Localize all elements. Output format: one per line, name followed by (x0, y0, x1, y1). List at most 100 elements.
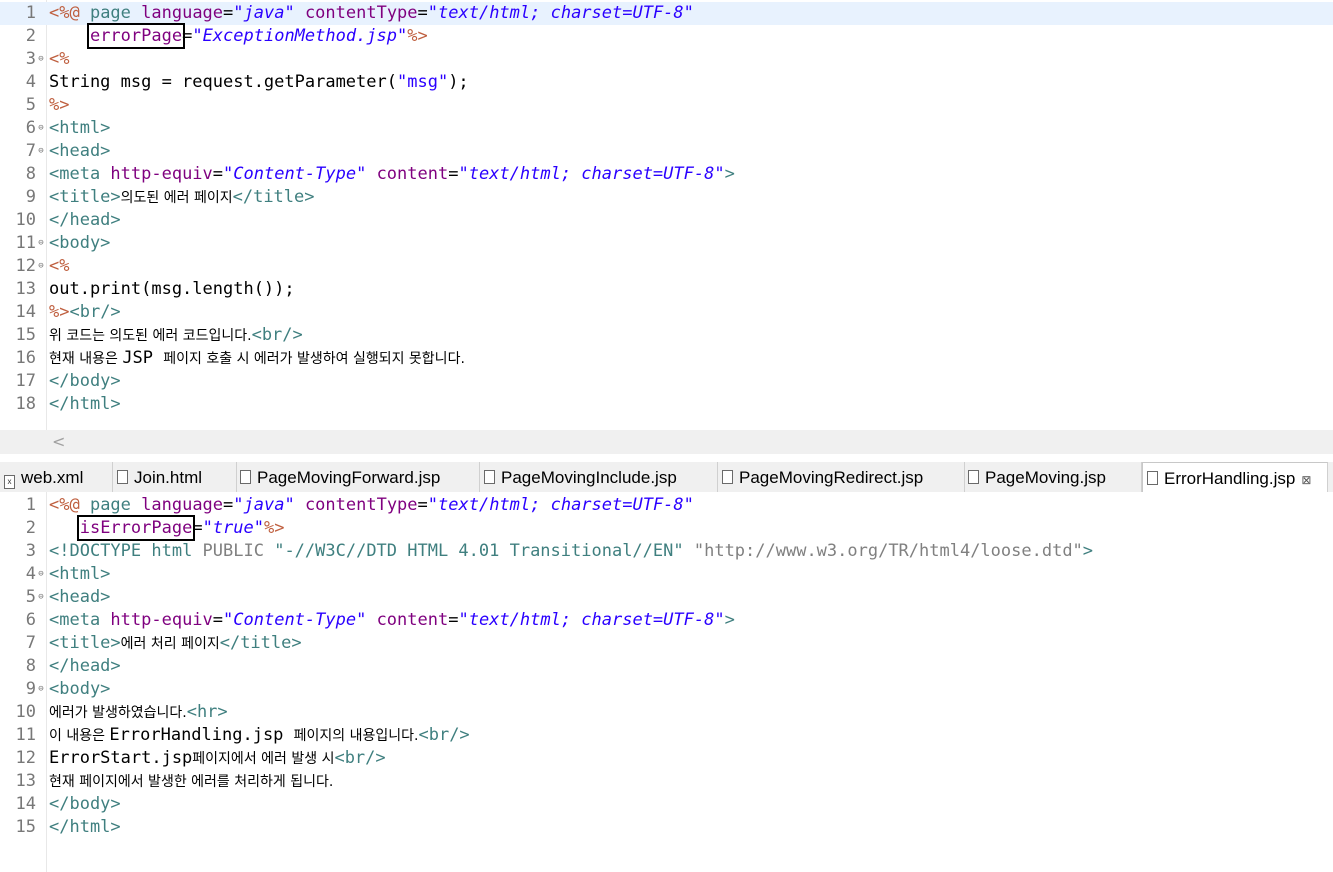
fold-collapse-icon[interactable]: ⊖ (36, 586, 46, 609)
code-text: <title>의도된 에러 페이지</title> (49, 186, 315, 210)
bottom-code-editor[interactable]: 1 <%@ page language="java" contentType="t… (0, 492, 1333, 872)
code-token: <meta (49, 610, 111, 630)
code-line[interactable]: 8 </head> (0, 655, 1333, 678)
code-line[interactable]: 2 errorPage="ExceptionMethod.jsp"%> (0, 23, 1333, 49)
code-line[interactable]: 6 <meta http-equiv="Content-Type" content… (0, 609, 1333, 632)
editor-tab-join-html[interactable]: Join.html (113, 462, 237, 492)
editor-tab-errorhandling-jsp[interactable]: ErrorHandling.jsp ⊠ (1142, 462, 1328, 492)
horizontal-scrollbar[interactable]: < (0, 430, 1333, 454)
code-line[interactable]: 4 ⊖ <html> (0, 563, 1333, 586)
xml-file-icon: x (4, 475, 15, 489)
jsp-file-icon (722, 470, 733, 484)
code-token: language (141, 495, 224, 515)
code-token: <head> (49, 141, 111, 161)
fold-collapse-icon[interactable]: ⊖ (36, 678, 46, 701)
code-token: <hr> (186, 702, 228, 722)
code-token: = (448, 164, 459, 184)
code-line[interactable]: 15 </html> (0, 816, 1333, 839)
code-text: 현재 내용은 JSP 페이지 호출 시 에러가 발생하여 실행되지 못합니다. (49, 347, 465, 371)
code-token: 이 내용은 (49, 728, 110, 744)
code-line[interactable]: 11 이 내용은 ErrorHandling.jsp 페이지의 내용입니다.<br… (0, 724, 1333, 747)
code-line[interactable]: 1 <%@ page language="java" contentType="t… (0, 2, 1333, 25)
code-token: </head> (49, 656, 121, 676)
editor-tab-web-xml[interactable]: x web.xml (0, 462, 113, 492)
code-text: <body> (49, 232, 110, 255)
code-text: </body> (49, 793, 121, 816)
code-token: page (89, 3, 142, 23)
code-line[interactable]: 13 현재 페이지에서 발생한 에러를 처리하게 됩니다. (0, 770, 1333, 793)
code-token: = (448, 610, 459, 630)
code-token: <br/> (251, 325, 303, 345)
code-line[interactable]: 7 <title>에러 처리 페이지</title> (0, 632, 1333, 655)
code-line[interactable]: 5 ⊖ <head> (0, 586, 1333, 609)
editor-tab-pagemovinginclude-jsp[interactable]: PageMovingInclude.jsp (480, 462, 718, 492)
editor-tab-pagemovingredirect-jsp[interactable]: PageMovingRedirect.jsp (718, 462, 965, 492)
line-number: 10 (15, 702, 36, 722)
code-line[interactable]: 1 <%@ page language="java" contentType="t… (0, 494, 1333, 517)
code-line[interactable]: 16 현재 내용은 JSP 페이지 호출 시 에러가 발생하여 실행되지 못합니다… (0, 347, 1333, 370)
code-token: ); (448, 72, 469, 92)
close-tab-icon[interactable]: ⊠ (1301, 473, 1311, 487)
code-line[interactable]: 13 out.print(msg.length()); (0, 278, 1333, 301)
code-line[interactable]: 9 <title>의도된 에러 페이지</title> (0, 186, 1333, 209)
line-number: 6 (25, 610, 36, 630)
fold-collapse-icon[interactable]: ⊖ (36, 48, 46, 71)
code-token: <br/> (334, 748, 386, 768)
tab-label: PageMovingInclude.jsp (501, 468, 677, 487)
code-line[interactable]: 14 %><br/> (0, 301, 1333, 324)
editor-tab-pagemovingforward-jsp[interactable]: PageMovingForward.jsp (236, 462, 480, 492)
code-line[interactable]: 4 String msg = request.getParameter("msg"… (0, 71, 1333, 94)
code-text: <% (49, 255, 69, 278)
code-token: </body> (49, 794, 121, 814)
jsp-file-icon (968, 470, 979, 484)
code-line[interactable]: 8 <meta http-equiv="Content-Type" content… (0, 163, 1333, 186)
code-token: <html> (49, 564, 111, 584)
code-line[interactable]: 3 ⊖ <% (0, 48, 1333, 71)
code-line[interactable]: 6 ⊖ <html> (0, 117, 1333, 140)
code-token: 페이지에서 에러 발생 시 (192, 751, 335, 767)
editor-tab-bar: x web.xml Join.html PageMovingForward.jsp Pa… (0, 462, 1333, 493)
code-line[interactable]: 3 <!DOCTYPE html PUBLIC "-//W3C//DTD HTML… (0, 540, 1333, 563)
code-token: 페이지 호출 시 에러가 발생하여 실행되지 못합니다. (163, 351, 465, 367)
code-token: "java" (233, 3, 295, 23)
code-token: <br/> (418, 725, 470, 745)
code-line[interactable]: 7 ⊖ <head> (0, 140, 1333, 163)
code-line[interactable]: 12 ⊖ <% (0, 255, 1333, 278)
code-token: content (366, 164, 449, 184)
code-line[interactable]: 15 위 코드는 의도된 에러 코드입니다.<br/> (0, 324, 1333, 347)
code-line[interactable]: 2 isErrorPage="true"%> (0, 515, 1333, 541)
fold-collapse-icon[interactable]: ⊖ (36, 232, 46, 255)
code-line[interactable]: 12 ErrorStart.jsp페이지에서 에러 발생 시<br/> (0, 747, 1333, 770)
code-line[interactable]: 10 </head> (0, 209, 1333, 232)
line-number: 8 (25, 164, 36, 184)
code-line[interactable]: 5 %> (0, 94, 1333, 117)
code-text: </head> (49, 209, 121, 232)
fold-collapse-icon[interactable]: ⊖ (36, 563, 46, 586)
code-line[interactable]: 11 ⊖ <body> (0, 232, 1333, 255)
line-number: 4 (25, 72, 36, 92)
fold-collapse-icon[interactable]: ⊖ (36, 117, 46, 140)
code-token: <head> (49, 587, 111, 607)
code-token: 에러가 발생하였습니다. (49, 705, 187, 721)
code-token: = (223, 3, 234, 23)
editor-tab-pagemoving-jsp[interactable]: PageMoving.jsp (964, 462, 1142, 492)
code-line[interactable]: 14 </body> (0, 793, 1333, 816)
scroll-left-icon[interactable]: < (52, 432, 65, 451)
code-token: JSP (122, 348, 164, 368)
code-token: = (212, 610, 224, 630)
tab-label: PageMovingForward.jsp (257, 468, 441, 487)
code-line[interactable]: 9 ⊖ <body> (0, 678, 1333, 701)
code-line[interactable]: 18 </html> (0, 393, 1333, 416)
fold-collapse-icon[interactable]: ⊖ (36, 140, 46, 163)
code-text: </body> (49, 370, 121, 393)
code-token: = (182, 26, 193, 46)
code-token: "msg" (397, 72, 449, 92)
code-token: "text/html; charset=UTF-8" (458, 164, 725, 184)
fold-collapse-icon[interactable]: ⊖ (36, 255, 46, 278)
code-line[interactable]: 10 에러가 발생하였습니다.<hr> (0, 701, 1333, 724)
line-number: 14 (15, 302, 36, 322)
code-text: <title>에러 처리 페이지</title> (49, 632, 302, 656)
top-code-editor[interactable]: 1 <%@ page language="java" contentType="t… (0, 0, 1333, 430)
line-number: 5 (25, 95, 36, 115)
code-line[interactable]: 17 </body> (0, 370, 1333, 393)
